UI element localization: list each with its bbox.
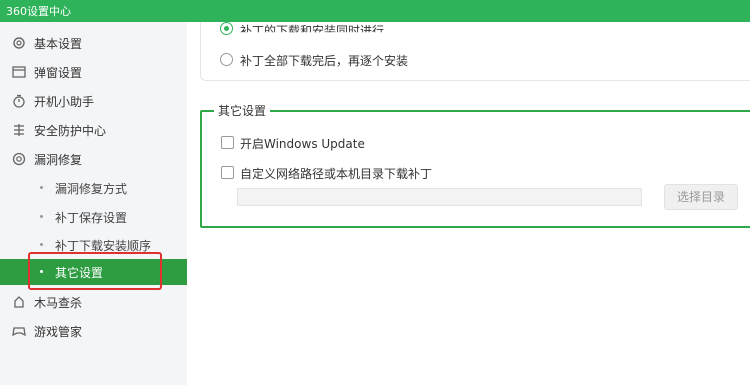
bullet-icon (40, 215, 43, 218)
patch-icon (12, 152, 26, 166)
windows-update-label: 开启Windows Update (240, 137, 365, 151)
custom-path-label: 自定义网络路径或本机目录下载补丁 (240, 167, 433, 181)
sidebar-item-label: 漏洞修复 (34, 153, 83, 167)
trojan-icon (14, 296, 24, 308)
windows-update-checkbox[interactable] (221, 136, 234, 149)
sidebar-item-security-center[interactable]: 安全防护中心 (0, 117, 187, 143)
window-icon (12, 66, 26, 78)
sidebar-item-basic[interactable]: 基本设置 (0, 30, 187, 56)
sidebar-subitem-patch-save[interactable]: 补丁保存设置 (0, 204, 187, 230)
sidebar-item-vuln-repair[interactable]: 漏洞修复 (0, 146, 187, 172)
sidebar-item-label: 安全防护中心 (34, 124, 107, 138)
sidebar-item-boot-assistant[interactable]: 开机小助手 (0, 88, 187, 114)
highlight-box (28, 252, 162, 290)
sidebar-subitem-repair-method[interactable]: 漏洞修复方式 (0, 175, 187, 201)
sidebar-item-label: 开机小助手 (34, 95, 95, 109)
sidebar-item-game-manager[interactable]: 游戏管家 (0, 318, 187, 344)
window-title: 360设置中心 (6, 5, 71, 18)
sidebar-item-popup[interactable]: 弹窗设置 (0, 59, 187, 85)
sidebar: 基本设置 弹窗设置 开机小助手 安全防护中心 漏洞修复 漏洞修复方式 补丁保存设… (0, 22, 187, 385)
other-settings-title: 其它设置 (214, 102, 271, 119)
sidebar-item-label: 基本设置 (34, 37, 83, 51)
sidebar-item-label: 弹窗设置 (34, 66, 83, 80)
custom-path-checkbox[interactable] (221, 166, 234, 179)
sidebar-item-label: 木马查杀 (34, 296, 83, 310)
bullet-icon (40, 243, 43, 246)
download-all-then-install-label: 补丁全部下载完后，再逐个安装 (240, 54, 409, 68)
timer-icon (13, 94, 25, 108)
shield-grid-icon (14, 124, 24, 136)
sidebar-subitem-label: 漏洞修复方式 (55, 182, 128, 196)
sidebar-item-label: 游戏管家 (34, 325, 83, 339)
gear-icon (13, 37, 25, 49)
path-input[interactable] (237, 188, 642, 206)
bullet-icon (40, 186, 43, 189)
sidebar-subitem-label: 补丁保存设置 (55, 211, 128, 225)
gamepad-icon (12, 327, 26, 337)
download-all-then-install-radio[interactable] (220, 53, 233, 66)
title-bar: 360设置中心 (0, 0, 750, 22)
sidebar-item-trojan-scan[interactable]: 木马查杀 (0, 289, 187, 315)
choose-directory-button[interactable]: 选择目录 (664, 184, 738, 210)
download-install-simultaneous-radio[interactable] (220, 22, 233, 35)
